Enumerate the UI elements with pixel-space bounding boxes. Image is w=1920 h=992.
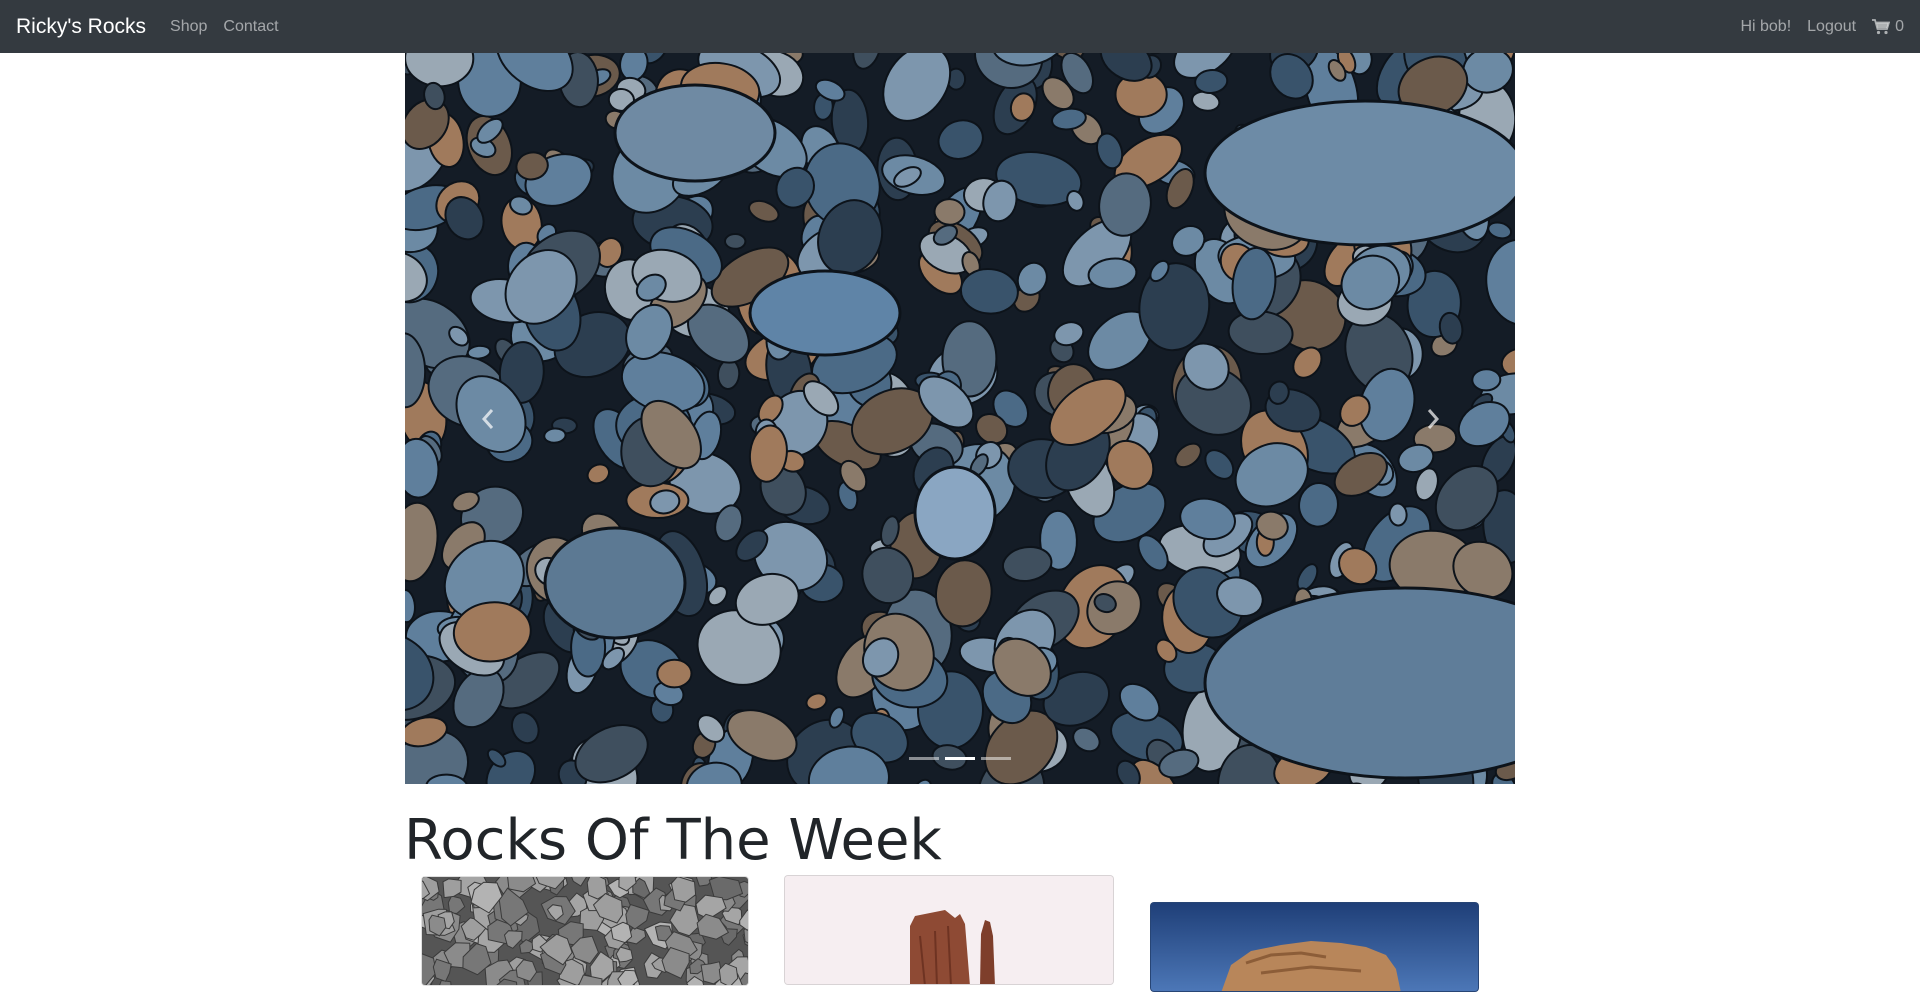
nav-link-shop[interactable]: Shop [170,18,207,36]
carousel-indicators [405,757,1515,760]
carousel-indicator-2[interactable] [945,757,975,760]
nav-link-contact[interactable]: Contact [223,18,278,36]
shopping-cart-icon [1872,18,1891,34]
chevron-right-icon [1427,408,1439,429]
red-butte-image [785,876,1113,984]
section-title: Rocks Of The Week [404,808,942,873]
brand-link[interactable]: Ricky's Rocks [16,15,146,39]
carousel-prev-button[interactable] [405,53,570,784]
carousel-slide-image [405,53,1515,784]
logout-link[interactable]: Logout [1807,18,1856,36]
chevron-left-icon [481,408,493,429]
cart-count: 0 [1895,17,1904,35]
rock-card-2[interactable] [784,875,1114,985]
navbar-right: Hi bob! Logout 0 [1724,18,1904,36]
user-greeting-link[interactable]: Hi bob! [1740,18,1791,36]
gravel-rocks-image [422,877,748,985]
top-navbar: Ricky's Rocks Shop Contact Hi bob! Logou… [0,0,1920,53]
cart-link[interactable]: 0 [1872,18,1904,36]
hero-carousel [405,53,1515,784]
carousel-next-button[interactable] [1350,53,1515,784]
desert-rock-formation-image [1151,903,1478,991]
carousel-indicator-3[interactable] [981,757,1011,760]
rock-card-3[interactable] [1150,902,1479,992]
carousel-indicator-1[interactable] [909,757,939,760]
rock-card-1[interactable] [421,876,749,986]
